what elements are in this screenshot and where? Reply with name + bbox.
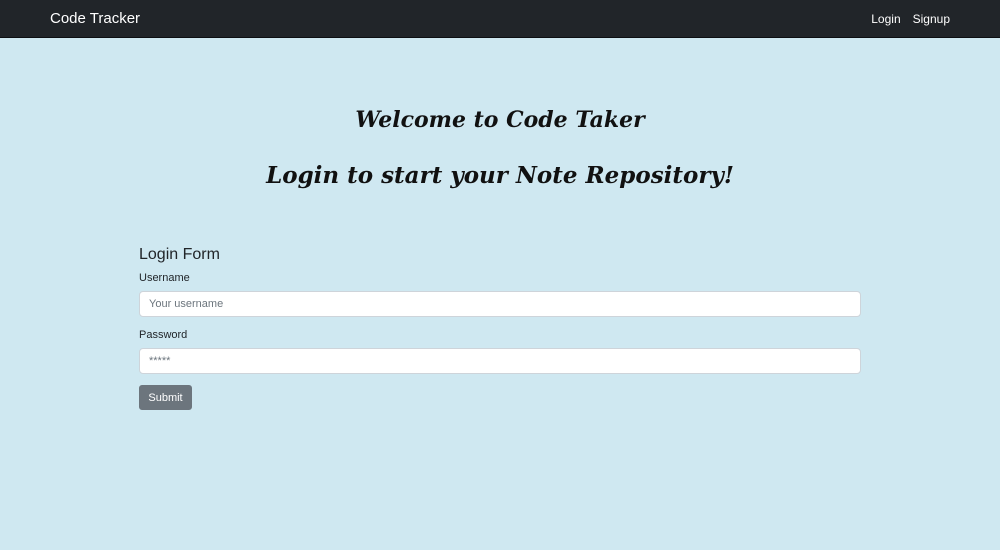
nav-signup-link[interactable]: Signup [913, 11, 950, 27]
password-label: Password [139, 329, 188, 341]
username-input[interactable] [139, 291, 861, 317]
login-form: Login Form Username Password Submit [139, 244, 861, 410]
username-label: Username [139, 272, 190, 284]
welcome-heading: Welcome to Code Taker [355, 107, 645, 133]
nav-links: Login Signup [871, 11, 950, 27]
password-input[interactable] [139, 348, 861, 374]
top-navbar: Code Tracker Login Signup [0, 0, 1000, 38]
submit-button[interactable]: Submit [139, 385, 192, 410]
brand-link[interactable]: Code Tracker [50, 9, 140, 29]
form-title: Login Form [139, 246, 220, 263]
tagline-heading: Login to start your Note Repository! [266, 162, 734, 189]
nav-login-link[interactable]: Login [871, 11, 900, 27]
